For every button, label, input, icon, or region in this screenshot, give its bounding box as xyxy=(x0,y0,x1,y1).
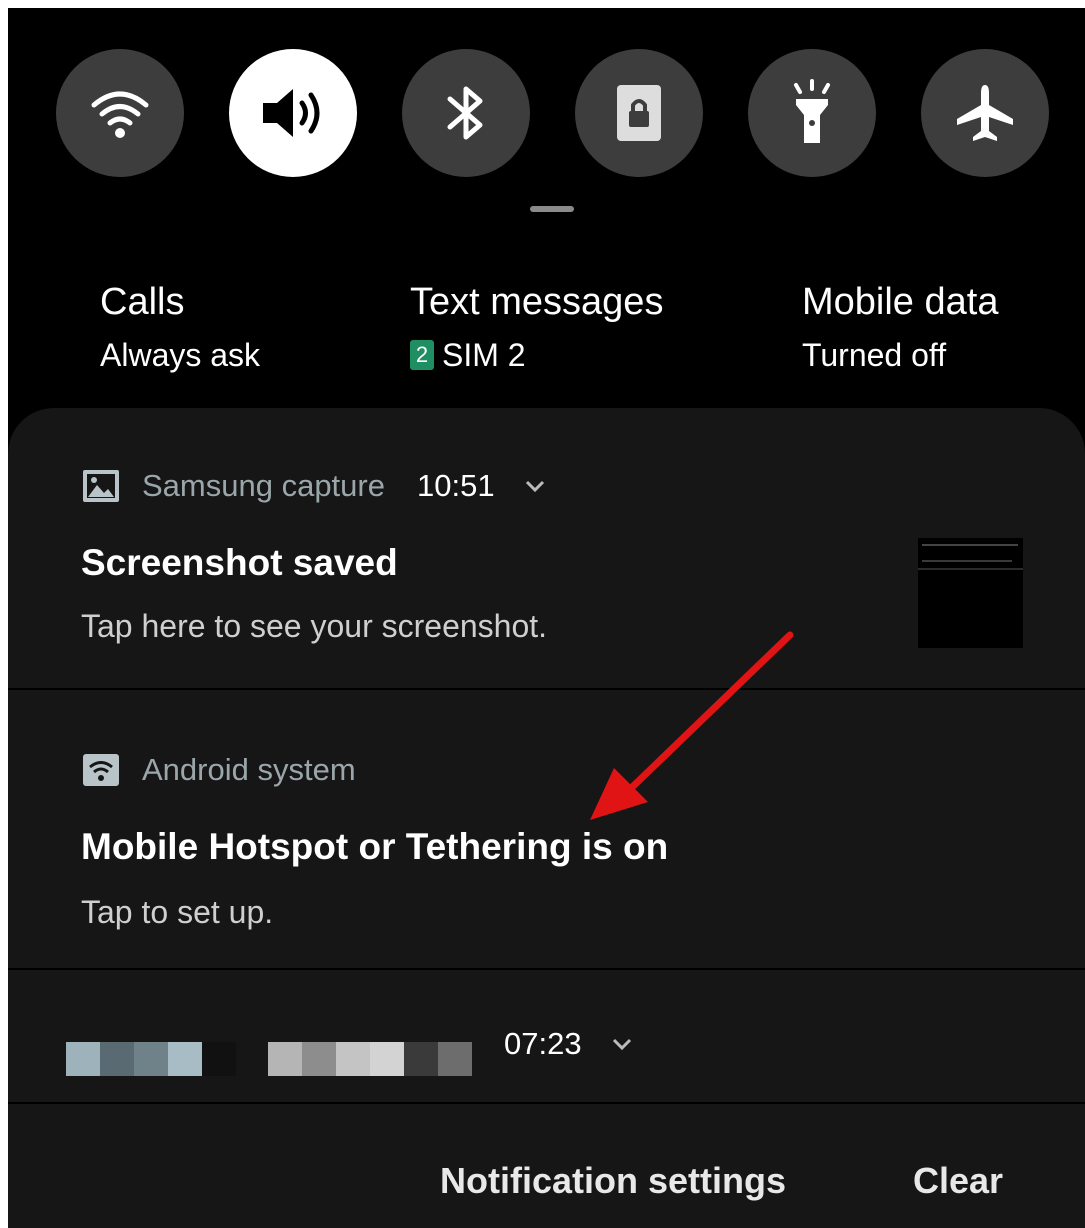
annotation-arrow xyxy=(590,631,794,820)
notification-shade: Calls Always ask Text messages 2 SIM 2 M… xyxy=(8,8,1085,1228)
